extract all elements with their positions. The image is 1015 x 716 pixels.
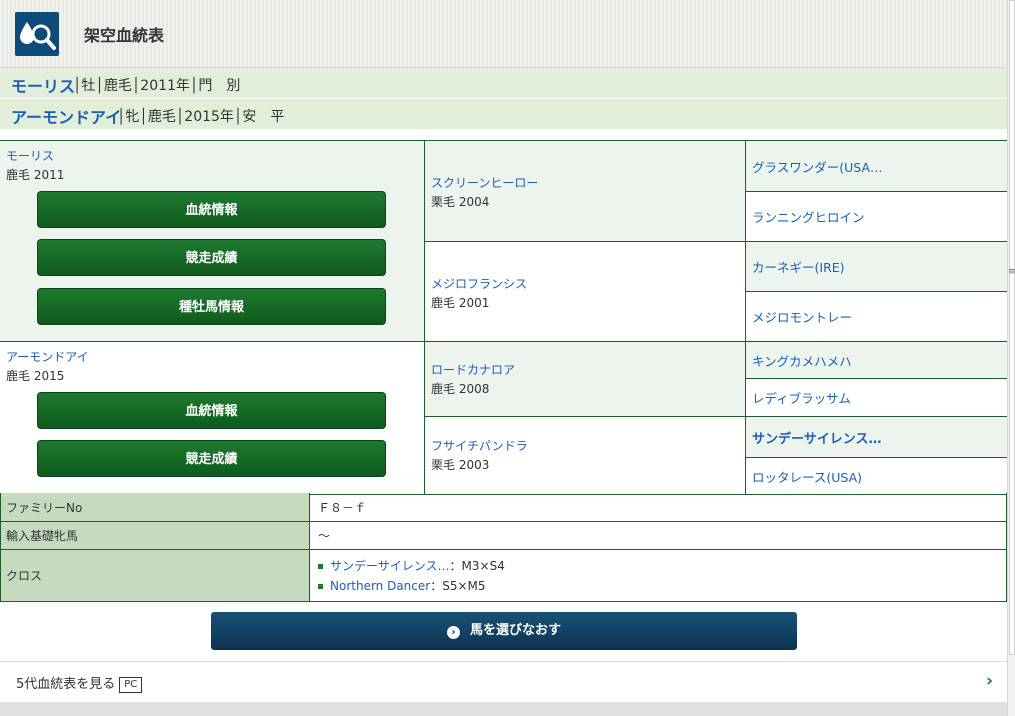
dam-pedigree-info-button[interactable]: 血統情報: [37, 392, 386, 429]
gen2-cell: ロードカナロア 鹿毛 2008: [424, 341, 745, 416]
gen2-horse-details: 鹿毛 2001: [431, 296, 490, 310]
page-title: 架空血統表: [84, 26, 165, 45]
sire-link[interactable]: モーリス: [6, 147, 424, 164]
dam-summary-bar: アーモンドアイ │牝│鹿毛│2015年│安 平: [0, 99, 1007, 130]
sire-race-record-button[interactable]: 競走成績: [37, 239, 386, 276]
import-mare-label: 輸入基礎牝馬: [0, 522, 310, 549]
import-mare-row: 輸入基礎牝馬 ～: [0, 522, 1007, 550]
gen3-cell: グラスワンダー(USA…: [745, 141, 1007, 191]
cross-label: クロス: [0, 550, 310, 601]
gen2-horse-link[interactable]: フサイチパンドラ: [431, 437, 745, 454]
cross-horse-link[interactable]: Northern Dancer: [330, 579, 430, 593]
gen2-cell: メジロフランシス 鹿毛 2001: [424, 241, 745, 341]
sire-details: 鹿毛 2011: [6, 168, 65, 182]
cross-ratio: ：S5×M5: [430, 578, 486, 593]
pc-badge: PC: [119, 677, 143, 693]
gen3-horse-link[interactable]: カーネギー(IRE): [752, 257, 845, 276]
footer-strip: [0, 702, 1007, 716]
gen3-horse-link[interactable]: グラスワンダー(USA…: [752, 157, 883, 176]
dam-name-link[interactable]: アーモンドアイ: [11, 104, 121, 128]
gen3-cell: レディブラッサム: [745, 378, 1007, 416]
family-row: ファミリーNo Ｆ８－ｆ: [0, 493, 1007, 522]
bullet-square-icon: [318, 563, 323, 569]
gen3-horse-link[interactable]: キングカメハメハ: [752, 351, 852, 370]
bullet-square-icon: [318, 583, 323, 589]
sire-pedigree-info-button[interactable]: 血統情報: [37, 191, 386, 228]
gen2-horse-details: 鹿毛 2008: [431, 382, 490, 396]
gen2-horse-link[interactable]: メジロフランシス: [431, 275, 745, 292]
page: 架空血統表 モーリス │牡│鹿毛│2011年│門 別 アーモンドアイ │牝│鹿毛…: [0, 0, 1007, 716]
cross-item: サンデーサイレンス…：M3×S4: [318, 556, 505, 576]
scrollbar-thumb[interactable]: [1009, 0, 1015, 655]
gen3-cell: ロッタレース(USA): [745, 457, 1007, 494]
cross-list: サンデーサイレンス…：M3×S4 Northern Dancer：S5×M5: [318, 556, 505, 596]
sire-summary-bar: モーリス │牡│鹿毛│2011年│門 別: [0, 68, 1007, 99]
gen2-horse-details: 栗毛 2003: [431, 458, 490, 472]
cross-value: サンデーサイレンス…：M3×S4 Northern Dancer：S5×M5: [310, 550, 1007, 601]
gen2-horse-link[interactable]: スクリーンヒーロー: [431, 174, 745, 191]
five-gen-link-row[interactable]: 5代血統表を見る PC ›: [0, 661, 1007, 703]
dam-details: 鹿毛 2015: [6, 369, 65, 383]
pedigree-table: モーリス 鹿毛 2011 血統情報 競走成績 種牡馬情報 アーモンドアイ 鹿毛 …: [0, 140, 1007, 495]
dam-summary-info: │牝│鹿毛│2015年│安 平: [117, 109, 285, 125]
gen2-cell: スクリーンヒーロー 栗毛 2004: [424, 141, 745, 241]
gen3-horse-link[interactable]: サンデーサイレンス…: [752, 428, 881, 447]
cross-row: クロス サンデーサイレンス…：M3×S4 Northern Dancer：S5×…: [0, 550, 1007, 602]
sire-name-link[interactable]: モーリス: [11, 73, 75, 97]
family-label: ファミリーNo: [0, 493, 310, 521]
gen3-horse-link[interactable]: メジロモントレー: [752, 307, 852, 326]
chevron-right-icon: ›: [985, 671, 993, 691]
pedigree-search-logo-icon[interactable]: [15, 12, 59, 56]
gen3-cell: サンデーサイレンス…: [745, 416, 1007, 457]
gen3-horse-link[interactable]: ランニングヒロイン: [752, 207, 865, 226]
cross-horse-link[interactable]: サンデーサイレンス…: [330, 559, 450, 573]
cross-ratio: ：M3×S4: [449, 558, 505, 573]
gen3-cell: ランニングヒロイン: [745, 191, 1007, 241]
scroll-grip-icon: ≡: [1008, 267, 1015, 277]
gen3-cell: メジロモントレー: [745, 291, 1007, 341]
family-value: Ｆ８－ｆ: [310, 493, 1007, 521]
gen3-horse-link[interactable]: ロッタレース(USA): [752, 467, 862, 486]
five-gen-label: 5代血統表を見る: [16, 677, 116, 692]
five-gen-label-wrap: 5代血統表を見る PC: [16, 673, 143, 693]
cross-item: Northern Dancer：S5×M5: [318, 576, 505, 596]
gen3-cell: キングカメハメハ: [745, 341, 1007, 378]
gen2-cell: フサイチパンドラ 栗毛 2003: [424, 416, 745, 494]
header: 架空血統表: [0, 0, 1007, 68]
import-mare-value: ～: [310, 522, 1007, 549]
dam-link[interactable]: アーモンドアイ: [6, 348, 424, 365]
chevron-right-circle-icon: ›: [446, 626, 460, 639]
reselect-horse-button[interactable]: › 馬を選びなおす: [211, 612, 797, 650]
dam-race-record-button[interactable]: 競走成績: [37, 440, 386, 477]
reselect-label: 馬を選びなおす: [469, 623, 561, 638]
vertical-scrollbar[interactable]: [1007, 0, 1015, 716]
gen3-cell: カーネギー(IRE): [745, 241, 1007, 291]
gen3-horse-link[interactable]: レディブラッサム: [752, 388, 851, 407]
sire-cell: モーリス 鹿毛 2011 血統情報 競走成績 種牡馬情報: [0, 141, 424, 341]
gen2-horse-details: 栗毛 2004: [431, 195, 490, 209]
dam-cell: アーモンドアイ 鹿毛 2015 血統情報 競走成績: [0, 341, 424, 494]
sire-summary-info: │牡│鹿毛│2011年│門 別: [73, 78, 241, 94]
sire-stallion-info-button[interactable]: 種牡馬情報: [37, 288, 386, 325]
gen2-horse-link[interactable]: ロードカナロア: [431, 361, 745, 378]
